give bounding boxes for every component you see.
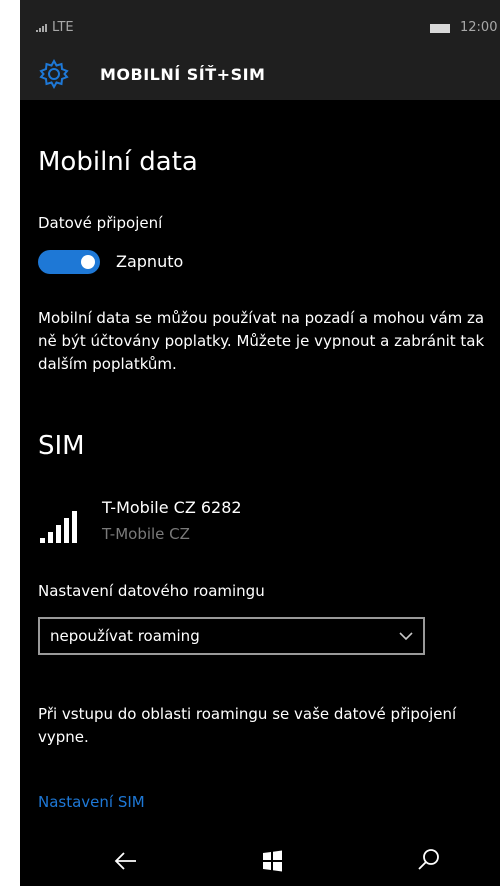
roaming-note: Při vstupu do oblasti roamingu se vaše d…	[38, 705, 457, 746]
navigation-bar	[20, 836, 500, 886]
toggle-state-label: Zapnuto	[116, 252, 184, 271]
carrier-name: T-Mobile CZ 6282	[102, 498, 242, 517]
network-type: LTE	[52, 20, 74, 35]
signal-icon	[36, 24, 47, 32]
roaming-selected-value: nepoužívat roaming	[50, 627, 200, 645]
sim-heading: SIM	[38, 431, 85, 461]
page-header: MOBILNÍ SÍŤ+SIM	[20, 50, 500, 100]
roaming-dropdown[interactable]: nepoužívat roaming	[38, 617, 425, 655]
roaming-label: Nastavení datového roamingu	[38, 582, 265, 600]
page-title: MOBILNÍ SÍŤ+SIM	[100, 65, 266, 84]
windows-logo-icon[interactable]	[252, 844, 292, 878]
phone-screen: LTE 12:00 MOBILNÍ SÍŤ+SIM Mobilní data D…	[20, 0, 500, 886]
data-connection-label: Datové připojení	[38, 214, 163, 232]
data-connection-toggle[interactable]	[38, 250, 100, 274]
carrier-operator: T-Mobile CZ	[102, 525, 190, 543]
mobile-data-heading: Mobilní data	[38, 147, 198, 177]
signal-strength-icon	[40, 511, 77, 543]
toggle-knob	[81, 255, 95, 269]
clock: 12:00	[460, 20, 498, 35]
gear-icon	[39, 58, 69, 90]
search-icon[interactable]	[408, 844, 448, 878]
chevron-down-icon	[399, 632, 413, 641]
mobile-data-description: Mobilní data se můžou používat na pozadí…	[38, 309, 485, 373]
back-arrow-icon[interactable]	[106, 844, 146, 878]
battery-icon	[430, 24, 450, 33]
status-bar: LTE 12:00	[20, 0, 500, 50]
sim-settings-link[interactable]: Nastavení SIM	[38, 793, 145, 811]
